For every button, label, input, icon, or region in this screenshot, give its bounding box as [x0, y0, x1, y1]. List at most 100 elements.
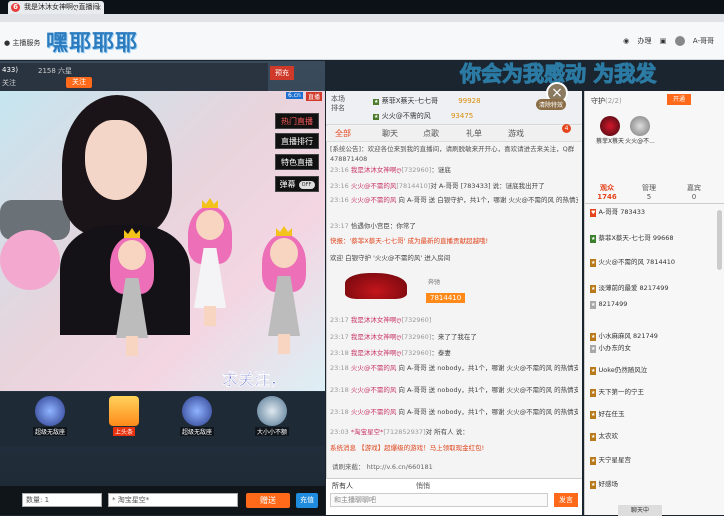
featured-live-button[interactable]: 特色直播 [275, 154, 319, 170]
viewer-item[interactable]: ★ 蔡菲X蔡天-七七哥 99668 [590, 234, 674, 243]
chat-message: 23:16 火火@不需的风 向 A-哥哥 送 白银守护，共1个，哪谢 火火@不需… [330, 196, 578, 204]
avatar [600, 116, 620, 136]
viewer-item[interactable]: ★ 淡薄前的最爱 8217499 [590, 284, 669, 293]
tab-game[interactable]: 游戏 [508, 128, 524, 139]
site-watermark: 6.cn [286, 92, 303, 99]
chat-message: 23:18 火火@不需的风 向 A-哥哥 送 nobody，共1个，哪谢 火火@… [330, 408, 578, 416]
video-ticker-text: 求关注， [222, 370, 287, 389]
tab-all[interactable]: 全部 [335, 128, 351, 139]
tab-guests[interactable]: 嘉宾 0 [672, 184, 716, 202]
follow-button[interactable]: 关注 [66, 77, 92, 88]
viewer-item[interactable]: ★ 好感场 [590, 480, 618, 489]
chat-message: 欢迎 白银守护 '火火@不需的风' 进入房间 [330, 254, 451, 262]
gift-quantity-input[interactable]: 数量: 1 [22, 493, 102, 507]
browser-tab[interactable]: 6 我是沐沐女神啊ღ直播间 × [8, 1, 104, 14]
chat-message: 23:03 *淘宝星空*[712852937]对 所有人 说： [330, 428, 469, 436]
send-gift-button[interactable]: 赠送 [246, 493, 290, 508]
unread-badge: 4 [562, 124, 571, 133]
tab-gift-list[interactable]: 礼单 [466, 128, 482, 139]
gift-icon [257, 396, 287, 426]
coin-amount: 99928 [458, 97, 481, 105]
user-icon: ● [4, 39, 11, 47]
viewer-item[interactable]: ★ 小水麻麻风 821749 [590, 332, 658, 341]
chat-tabs [326, 126, 582, 142]
site-logo[interactable]: 嘿耶耶耶 [46, 25, 138, 57]
gift-item[interactable]: 超级无敌座 [175, 396, 219, 437]
viewer-item[interactable]: ★ 太农欢 [590, 432, 618, 441]
live-tag: 直播 [306, 92, 323, 101]
open-guard-button[interactable]: 开通 [667, 94, 691, 105]
gift-icon [35, 396, 65, 426]
browser-tab-title: 我是沐沐女神啊ღ直播间 [24, 3, 100, 11]
princess-sticker [188, 198, 232, 328]
chat-input[interactable]: 和主播聊聊吧 [330, 493, 548, 507]
vehicle-image [345, 273, 407, 299]
tab-audience[interactable]: 观众 1746 [585, 184, 629, 202]
share-link[interactable]: 请刷来截： http://v.6.cn/660181 [332, 461, 433, 471]
chat-message: 快报：'蔡菲X蔡天-七七哥' 成为最新的直播贡献超越哦! [330, 237, 489, 245]
toggle-switch[interactable]: OFF [298, 180, 315, 189]
princess-sticker [262, 226, 306, 356]
avatar [630, 116, 650, 136]
tab-chat[interactable]: 聊天 [382, 128, 398, 139]
send-message-button[interactable]: 发言 [554, 493, 578, 507]
viewer-item[interactable]: ★ 小办东的女 [590, 344, 631, 353]
rank-entry[interactable]: ★ 火火@不需的风 93475 [373, 111, 473, 121]
viewer-item[interactable]: ♥ A-哥哥 783433 [590, 208, 645, 217]
chat-target-select[interactable]: 所有人 [332, 481, 353, 491]
clear-effects-label[interactable]: 清除特效 [536, 99, 567, 110]
browser-toolbar [0, 14, 724, 22]
whisper-checkbox[interactable]: 悄悄 [416, 481, 430, 491]
danmaku-toggle[interactable]: 弹幕 OFF [275, 176, 319, 192]
gift-item[interactable]: 超级无敌座 [28, 396, 72, 437]
chat-status-button[interactable]: 聊天中 [618, 505, 662, 516]
viewer-item[interactable]: ★ 天宁星星宫 [590, 456, 631, 465]
chat-message: 23:17 恰遇你小宫臣：你常了 [330, 222, 416, 230]
header-link-handle[interactable]: 办理 [638, 37, 652, 45]
report-flag[interactable]: 预充 [270, 66, 294, 80]
user-name[interactable]: A-哥哥 [693, 37, 714, 45]
viewer-item[interactable]: ★ 天下第一的宁王 [590, 388, 644, 397]
rank-title: 本场 排名 [331, 95, 345, 112]
guard-title: 守护(2/2) [591, 97, 622, 105]
tab-managers[interactable]: 管理 5 [627, 184, 671, 202]
vehicle-title: 奔驰 [428, 279, 441, 286]
chat-message: 23:18 火火@不需的风 向 A-哥哥 送 nobody，共1个，哪谢 火火@… [330, 386, 578, 394]
chat-message: 23:16 火火@不需的风[7814410]对 A-哥哥 [783433] 说：… [330, 182, 545, 190]
header-user-area: ◉ 办理 ▣ A-哥哥 [617, 36, 714, 46]
viewer-item[interactable]: ★ Uoke仍然随风泣 [590, 366, 647, 375]
anchor-service-link[interactable]: ● 主播服务 [4, 38, 40, 48]
viewer-item[interactable]: ★ 火火@不需的风 7814410 [590, 258, 675, 267]
recharge-button[interactable]: 充值 [296, 493, 318, 508]
vehicle-owner: 7814410 [426, 293, 466, 303]
anchor-fans: 2158 六星 [38, 67, 73, 75]
princess-sticker [110, 228, 154, 358]
guard-avatar[interactable]: 火火@不... [620, 116, 660, 145]
decor-image [0, 230, 60, 290]
chat-message: 23:16 我是沐沐女神啊ღ[732960]：谜底 [330, 166, 451, 174]
user-avatar[interactable] [674, 36, 685, 46]
gift-recipient-select[interactable]: * 淘宝星空* [108, 493, 238, 507]
chat-message: 23:18 我是沐沐女神啊ღ[732960]：泰妻 [330, 349, 451, 357]
gift-icon [182, 396, 212, 426]
browser-tab-strip [0, 0, 724, 14]
tab-song-request[interactable]: 点歌 [423, 128, 439, 139]
gift-item[interactable]: 上头条 [102, 396, 146, 437]
bell-icon[interactable]: ▣ [660, 37, 667, 45]
hot-live-button[interactable]: 热门直播 [275, 113, 319, 129]
close-tab-icon[interactable]: × [95, 1, 102, 14]
live-rank-button[interactable]: 直播排行 [275, 133, 319, 149]
viewer-item[interactable]: ★ 8217499 [590, 300, 627, 309]
chat-message: 系统消息 【游戏】超爆级的游戏！马上领取现金红包! [330, 444, 485, 452]
streamer-face [85, 120, 147, 200]
headline-gift-icon [109, 396, 139, 426]
chat-message: 23:18 火火@不需的风 向 A-哥哥 送 nobody，共1个，哪谢 火火@… [330, 364, 578, 372]
chat-message: 23:17 我是沐沐女神啊ღ[732960] [330, 316, 432, 324]
gift-item[interactable]: 大小小不额 [250, 396, 294, 437]
chat-message: 23:17 我是沐沐女神啊ღ[732960]：来了了我在了 [330, 333, 477, 341]
rank-entry[interactable]: ★ 蔡菲X蔡天-七七哥 99928 [373, 96, 481, 106]
viewer-item[interactable]: ★ 好在任玉 [590, 410, 624, 419]
level-badge: ★ [373, 114, 380, 120]
system-notice: [系统公告]：欢迎各位来到我的直播间，请刷脱敏来开开心，喜欢请进去来关注，Q群4… [330, 145, 575, 163]
viewer-scrollbar[interactable] [717, 210, 722, 270]
